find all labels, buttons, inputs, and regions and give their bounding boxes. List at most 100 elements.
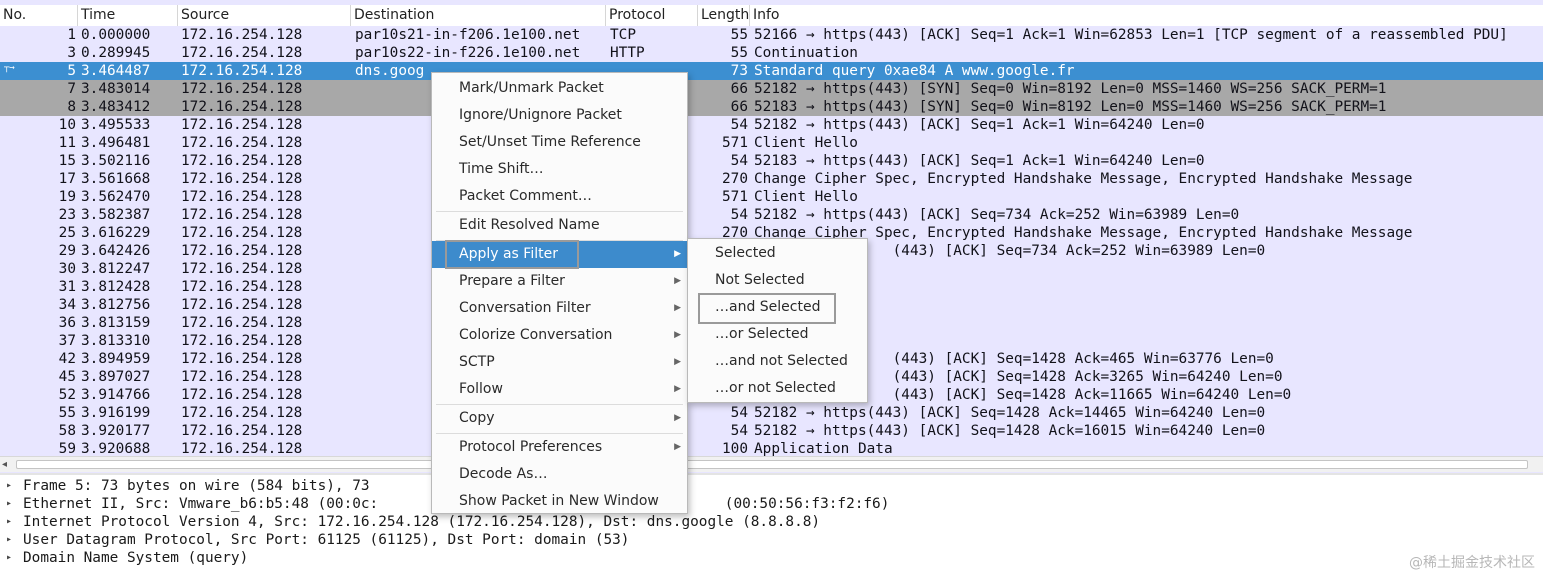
packet-row[interactable]: 1 0.000000 172.16.254.128 par10s21-in-f206.… xyxy=(0,26,1543,44)
packet-cell-time: 3.582387 xyxy=(81,207,151,223)
menu-item-prepare-a-filter[interactable]: Prepare a Filter ▶ xyxy=(432,268,687,295)
packet-cell-info: (443) [ACK] Seq=1428 Ack=3265 Win=64240 … xyxy=(754,369,1283,385)
packet-cell-src: 172.16.254.128 xyxy=(181,63,303,79)
submenu-arrow-icon: ▶ xyxy=(674,303,681,313)
submenu-item-or-selected[interactable]: …or Selected xyxy=(688,321,867,348)
packet-cell-no: 23 xyxy=(58,207,76,223)
packet-cell-no: 58 xyxy=(58,423,76,439)
expand-arrow-icon[interactable]: ▸ xyxy=(6,495,12,513)
expand-arrow-icon[interactable]: ▸ xyxy=(6,531,12,549)
packet-row[interactable]: 8 3.483412 172.16.254.128 66 52183 → https(4… xyxy=(0,98,1543,116)
expand-arrow-icon[interactable]: ▸ xyxy=(6,549,12,567)
packet-cell-time: 3.813159 xyxy=(81,315,151,331)
submenu-item-and-selected[interactable]: …and Selected xyxy=(688,294,867,321)
packet-cell-time: 0.289945 xyxy=(81,45,151,61)
packet-cell-time: 3.496481 xyxy=(81,135,151,151)
packet-row[interactable]: 58 3.920177 172.16.254.128 54 52182 → https(… xyxy=(0,422,1543,440)
packet-cell-src: 172.16.254.128 xyxy=(181,369,303,385)
submenu-arrow-icon: ▶ xyxy=(674,330,681,340)
menu-item-sctp[interactable]: SCTP ▶ xyxy=(432,349,687,376)
expand-arrow-icon[interactable]: ▸ xyxy=(6,477,12,495)
column-time[interactable]: Time xyxy=(78,5,178,27)
packet-cell-info: Change Cipher Spec, Encrypted Handshake … xyxy=(754,225,1413,241)
menu-item-label: Ignore/Unignore Packet xyxy=(459,107,622,123)
column-info[interactable]: Info xyxy=(750,5,1543,27)
packet-row[interactable]: 17 3.561668 172.16.254.128 270 Change Cipher… xyxy=(0,170,1543,188)
packet-cell-time: 3.561668 xyxy=(81,171,151,187)
column-protocol[interactable]: Protocol xyxy=(606,5,698,27)
menu-item-show-packet-in-new-window[interactable]: Show Packet in New Window xyxy=(432,488,687,515)
submenu-item-selected[interactable]: Selected xyxy=(688,240,867,267)
packet-row[interactable]: 19 3.562470 172.16.254.128 571 Client Hello xyxy=(0,188,1543,206)
menu-item-apply-as-filter[interactable]: Apply as Filter ▶ xyxy=(432,241,687,268)
column-destination[interactable]: Destination xyxy=(351,5,606,27)
packet-cell-no: 8 xyxy=(67,99,76,115)
menu-item-colorize-conversation[interactable]: Colorize Conversation ▶ xyxy=(432,322,687,349)
menu-item-label: Apply as Filter xyxy=(459,246,558,262)
menu-item-time-shift[interactable]: Time Shift… xyxy=(432,156,687,183)
menu-item-label: Conversation Filter xyxy=(459,300,591,316)
packet-cell-time: 3.916199 xyxy=(81,405,151,421)
packet-row[interactable]: 11 3.496481 172.16.254.128 571 Client Hello xyxy=(0,134,1543,152)
menu-item-conversation-filter[interactable]: Conversation Filter ▶ xyxy=(432,295,687,322)
packet-row[interactable]: 5 3.464487 172.16.254.128 dns.goog 73 Standar… xyxy=(0,62,1543,80)
packet-row[interactable]: 3 0.289945 172.16.254.128 par10s22-in-f226.… xyxy=(0,44,1543,62)
packet-cell-src: 172.16.254.128 xyxy=(181,333,303,349)
packet-row[interactable]: 23 3.582387 172.16.254.128 54 52182 → https(… xyxy=(0,206,1543,224)
horizontal-scrollbar[interactable]: ◂ xyxy=(0,456,1543,472)
menu-item-packet-comment[interactable]: Packet Comment… xyxy=(432,183,687,210)
menu-item-copy[interactable]: Copy ▶ xyxy=(432,405,687,432)
packet-cell-no: 37 xyxy=(58,333,76,349)
packet-row[interactable]: 7 3.483014 172.16.254.128 66 52182 → https(4… xyxy=(0,80,1543,98)
packet-cell-no: 52 xyxy=(58,387,76,403)
menu-item-ignore-unignore-packet[interactable]: Ignore/Unignore Packet xyxy=(432,102,687,129)
packet-cell-info: 52182 → https(443) [ACK] Seq=1 Ack=1 Win… xyxy=(754,117,1205,133)
packet-cell-dst: par10s21-in-f206.1e100.net xyxy=(355,27,581,43)
menu-item-label: Show Packet in New Window xyxy=(459,493,659,509)
column-source[interactable]: Source xyxy=(178,5,351,27)
menu-item-label: Decode As… xyxy=(459,466,548,482)
column-no[interactable]: No. xyxy=(0,5,78,27)
menu-item-label: Packet Comment… xyxy=(459,188,592,204)
menu-item-set-unset-time-reference[interactable]: Set/Unset Time Reference xyxy=(432,129,687,156)
packet-cell-no: 15 xyxy=(58,153,76,169)
packet-cell-no: 11 xyxy=(58,135,76,151)
submenu-item-or-not-selected[interactable]: …or not Selected xyxy=(688,375,867,402)
packet-cell-info: Standard query 0xae84 A www.google.fr xyxy=(754,63,1075,79)
menu-item-edit-resolved-name[interactable]: Edit Resolved Name xyxy=(432,212,687,239)
packet-row[interactable]: 10 3.495533 172.16.254.128 54 52182 → https(… xyxy=(0,116,1543,134)
packet-row[interactable]: 55 3.916199 172.16.254.128 54 52182 → https(… xyxy=(0,404,1543,422)
submenu-item-not-selected[interactable]: Not Selected xyxy=(688,267,867,294)
packet-cell-src: 172.16.254.128 xyxy=(181,243,303,259)
packet-cell-no: 31 xyxy=(58,279,76,295)
menu-item-follow[interactable]: Follow ▶ xyxy=(432,376,687,403)
menu-item-protocol-preferences[interactable]: Protocol Preferences ▶ xyxy=(432,434,687,461)
packet-cell-src: 172.16.254.128 xyxy=(181,135,303,151)
packet-cell-src: 172.16.254.128 xyxy=(181,189,303,205)
packet-cell-len: 66 xyxy=(730,81,748,97)
packet-cell-len: 54 xyxy=(730,423,748,439)
packet-cell-len: 571 xyxy=(722,135,748,151)
packet-cell-info: 52166 → https(443) [ACK] Seq=1 Ack=1 Win… xyxy=(754,27,1508,43)
packet-cell-info: Continuation xyxy=(754,45,858,61)
menu-item-decode-as[interactable]: Decode As… xyxy=(432,461,687,488)
packet-cell-src: 172.16.254.128 xyxy=(181,81,303,97)
submenu-item-and-not-selected[interactable]: …and not Selected xyxy=(688,348,867,375)
column-length[interactable]: Length xyxy=(698,5,750,27)
scrollbar-thumb[interactable] xyxy=(16,460,1528,469)
menu-item-mark-unmark-packet[interactable]: Mark/Unmark Packet xyxy=(432,75,687,102)
expand-arrow-icon[interactable]: ▸ xyxy=(6,513,12,531)
scroll-left-icon[interactable]: ◂ xyxy=(2,458,12,471)
packet-cell-dst: par10s22-in-f226.1e100.net xyxy=(355,45,581,61)
packet-cell-info: 52183 → https(443) [ACK] Seq=1 Ack=1 Win… xyxy=(754,153,1205,169)
submenu-arrow-icon: ▶ xyxy=(674,276,681,286)
packet-cell-time: 3.813310 xyxy=(81,333,151,349)
menu-item-label: Mark/Unmark Packet xyxy=(459,80,604,96)
menu-item-label: Colorize Conversation xyxy=(459,327,613,343)
detail-text: Domain Name System (query) xyxy=(23,550,249,566)
packet-cell-len: 73 xyxy=(730,63,748,79)
packet-cell-time: 0.000000 xyxy=(81,27,151,43)
packet-row[interactable]: 15 3.502116 172.16.254.128 54 52183 → https(… xyxy=(0,152,1543,170)
menu-item-label: Set/Unset Time Reference xyxy=(459,134,641,150)
menu-item-label: SCTP xyxy=(459,354,495,370)
